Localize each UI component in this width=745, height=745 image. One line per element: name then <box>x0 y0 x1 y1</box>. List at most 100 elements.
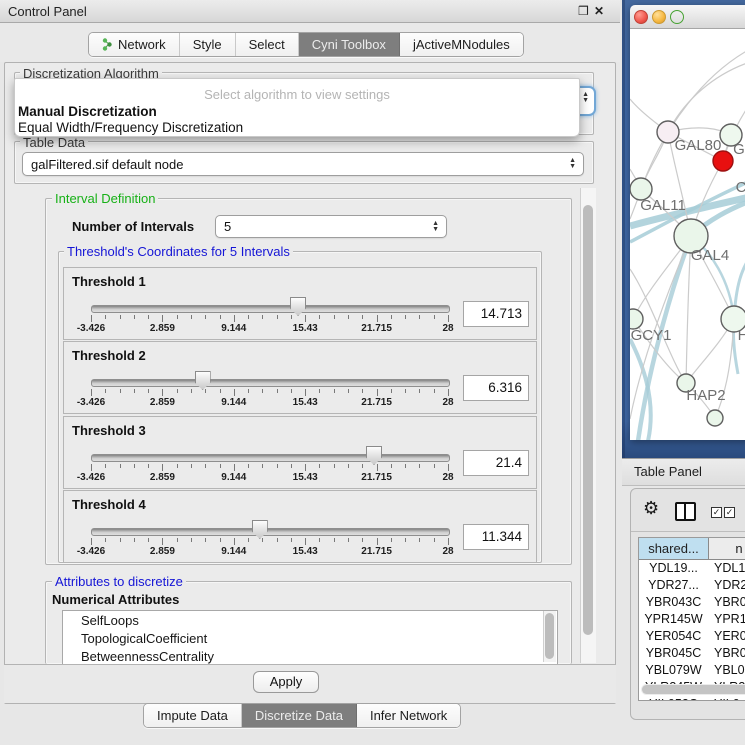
table-row[interactable]: YBR045CYBR0 <box>639 645 745 662</box>
cell-shared-name[interactable]: YER054C <box>639 628 708 645</box>
list-item-betweennesscentrality[interactable]: BetweennessCentrality <box>63 647 557 665</box>
tick-mark <box>177 464 178 468</box>
tab-select[interactable]: Select <box>236 33 299 56</box>
tab-discretize-data[interactable]: Discretize Data <box>242 704 357 727</box>
tick-mark <box>234 464 235 471</box>
table-row[interactable]: YBR043CYBR0 <box>639 594 745 611</box>
tick-mark <box>262 315 263 319</box>
table-row[interactable]: YDR27...YDR2 <box>639 577 745 594</box>
column-header-name[interactable]: n <box>709 538 745 559</box>
threshold-1-box: Threshold 1-3.4262.8599.14415.4321.71528… <box>63 267 537 340</box>
tab-cyni-toolbox[interactable]: Cyni Toolbox <box>299 33 400 56</box>
tick-mark <box>177 538 178 542</box>
cell-shared-name[interactable]: YBR045C <box>639 645 708 662</box>
tick-mark <box>234 389 235 396</box>
attributes-list-scrollbar-thumb[interactable] <box>545 613 554 659</box>
dropdown-item-manual-discretization[interactable]: Manual Discretization <box>18 104 157 119</box>
combo-arrows-icon: ▲▼ <box>569 158 576 170</box>
node-table[interactable]: shared... n YDL19...YDL1YDR27...YDR2YBR0… <box>638 537 745 701</box>
number-of-intervals-spinner[interactable]: 5 ▲▼ <box>215 215 447 238</box>
checkbox-icon[interactable]: ✓ <box>724 507 735 518</box>
threshold-3-value-field[interactable]: 21.4 <box>463 450 529 476</box>
tick-mark <box>448 464 449 471</box>
table-row[interactable]: YPR145WYPR1 <box>639 611 745 628</box>
table-data-combobox[interactable]: galFiltered.sif default node ▲▼ <box>22 152 584 176</box>
tick-mark <box>205 464 206 468</box>
apply-button[interactable]: Apply <box>253 671 319 693</box>
threshold-2-slider-thumb[interactable] <box>195 371 211 390</box>
node-red-node[interactable] <box>713 151 733 171</box>
node-label-GAL4: GAL4 <box>691 247 729 264</box>
tick-mark <box>362 315 363 319</box>
tick-mark <box>405 464 406 468</box>
cell-shared-name[interactable]: YDR27... <box>639 577 708 594</box>
tick-mark <box>319 464 320 468</box>
close-window-icon[interactable]: ✕ <box>594 5 604 17</box>
threshold-1-value-field[interactable]: 14.713 <box>463 301 529 327</box>
threshold-1-slider-thumb[interactable] <box>290 297 306 316</box>
cell-shared-name[interactable]: YBR043C <box>639 594 708 611</box>
threshold-2-slider-track[interactable] <box>91 379 450 387</box>
table-row[interactable]: YDL19...YDL1 <box>639 560 745 577</box>
tick-mark <box>377 464 378 471</box>
cell-name[interactable]: YPR1 <box>708 611 745 628</box>
tab-jactivemnodules[interactable]: jActiveMNodules <box>400 33 523 56</box>
checkbox-icon[interactable]: ✓ <box>711 507 722 518</box>
tab-select-label: Select <box>249 37 285 52</box>
list-item-topologicalcoefficient[interactable]: TopologicalCoefficient <box>63 629 557 647</box>
main-scrollbar-thumb[interactable] <box>583 205 593 635</box>
tab-impute-data[interactable]: Impute Data <box>144 704 242 727</box>
cell-name[interactable]: YBR0 <box>708 645 745 662</box>
cell-name[interactable]: YIL0 <box>708 696 745 701</box>
close-traffic-light[interactable] <box>634 10 648 24</box>
numerical-attributes-list[interactable]: SelfLoops TopologicalCoefficient Between… <box>62 610 558 665</box>
network-canvas[interactable]: GAL80GCGAL11GAL4GCY1HHAP2 <box>630 29 745 440</box>
tab-style[interactable]: Style <box>180 33 236 56</box>
node-GCY1[interactable] <box>630 309 643 329</box>
minimize-traffic-light[interactable] <box>652 10 666 24</box>
table-row[interactable]: YIL052CYIL0 <box>639 696 745 701</box>
threshold-4-slider-thumb[interactable] <box>252 520 268 539</box>
node-bottom-node[interactable] <box>707 410 723 426</box>
tick-mark <box>191 538 192 542</box>
list-item-selfloops[interactable]: SelfLoops <box>63 611 557 629</box>
column-header-shared-name[interactable]: shared... <box>639 538 709 559</box>
cell-shared-name[interactable]: YBL079W <box>639 662 708 679</box>
tick-mark <box>148 538 149 542</box>
gear-icon[interactable]: ⚙ <box>643 498 659 519</box>
attributes-list-scrollbar[interactable] <box>543 611 556 662</box>
table-horizontal-scrollbar[interactable] <box>641 684 745 695</box>
columns-icon[interactable] <box>675 502 696 521</box>
network-icon <box>102 38 113 51</box>
cell-name[interactable]: YDL1 <box>708 560 745 577</box>
threshold-3-slider-thumb[interactable] <box>366 446 382 465</box>
tick-label: 21.715 <box>355 323 399 334</box>
dropdown-item-equal-width-frequency[interactable]: Equal Width/Frequency Discretization <box>18 120 243 135</box>
tick-mark <box>105 538 106 542</box>
tick-mark <box>362 389 363 393</box>
cell-name[interactable]: YDR2 <box>708 577 745 594</box>
cell-name[interactable]: YER0 <box>708 628 745 645</box>
tab-network[interactable]: Network <box>89 33 180 56</box>
threshold-3-slider-track[interactable] <box>91 454 450 462</box>
tick-mark <box>448 389 449 396</box>
cell-shared-name[interactable]: YIL052C <box>639 696 708 701</box>
zoom-traffic-light[interactable] <box>670 10 684 24</box>
tab-infer-network[interactable]: Infer Network <box>357 704 460 727</box>
cell-name[interactable]: YBR0 <box>708 594 745 611</box>
table-row[interactable]: YBL079WYBL0 <box>639 662 745 679</box>
threshold-2-value-field[interactable]: 6.316 <box>463 375 529 401</box>
table-horizontal-scrollbar-thumb[interactable] <box>642 685 745 694</box>
float-window-icon[interactable]: ❒ <box>578 5 589 17</box>
threshold-3-label: Threshold 3 <box>72 423 146 438</box>
bottom-tab-group: Impute Data Discretize Data Infer Networ… <box>143 703 461 728</box>
threshold-4-slider-track[interactable] <box>91 528 450 536</box>
main-scrollbar[interactable] <box>580 188 596 663</box>
threshold-1-slider-track[interactable] <box>91 305 450 313</box>
tick-mark <box>248 538 249 542</box>
threshold-4-value-field[interactable]: 11.344 <box>463 524 529 550</box>
cell-shared-name[interactable]: YPR145W <box>639 611 708 628</box>
table-row[interactable]: YER054CYER0 <box>639 628 745 645</box>
cell-shared-name[interactable]: YDL19... <box>639 560 708 577</box>
cell-name[interactable]: YBL0 <box>708 662 745 679</box>
